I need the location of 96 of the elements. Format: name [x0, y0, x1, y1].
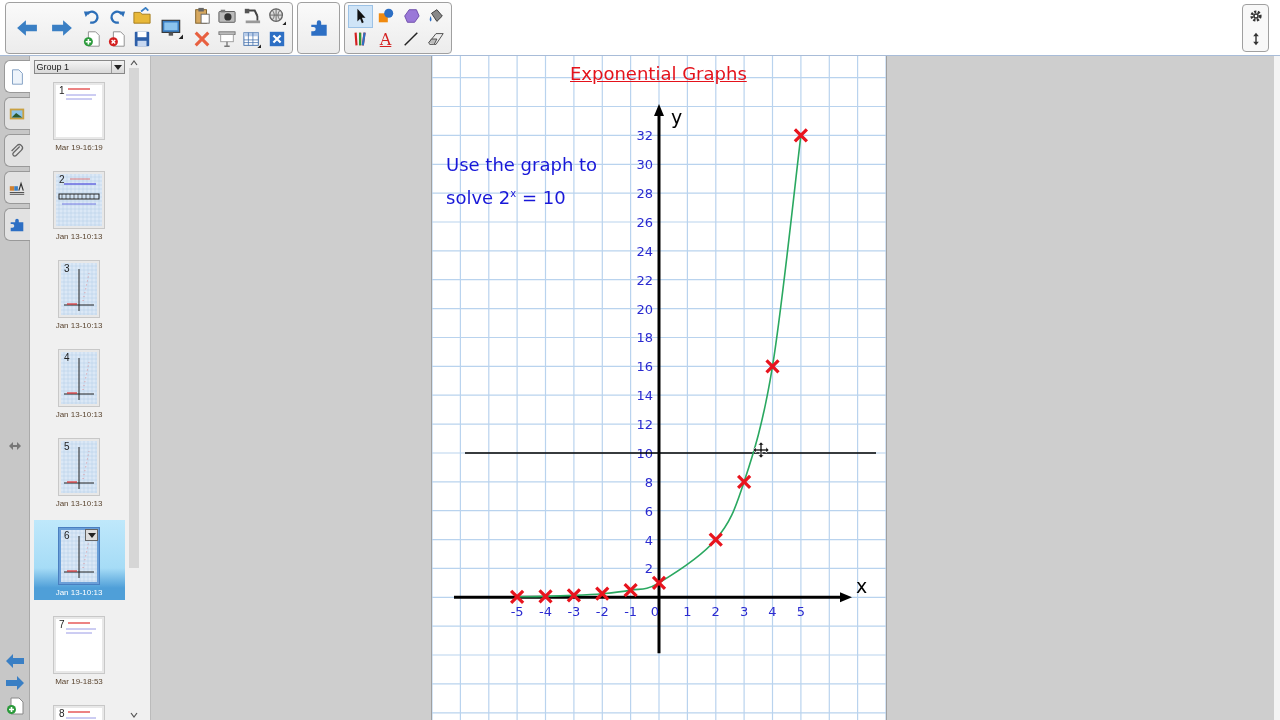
- tick-label: 20: [636, 301, 653, 317]
- scroll-up-icon[interactable]: [130, 60, 138, 66]
- next-page-icon[interactable]: [4, 675, 25, 691]
- axis-label: y: [671, 106, 683, 128]
- tick-label: -4: [539, 604, 552, 620]
- resize-arrows-icon[interactable]: [8, 441, 21, 450]
- settings-icon: [1248, 9, 1263, 23]
- tick-label: -1: [624, 604, 638, 620]
- sidebar-tab[interactable]: [3, 208, 30, 241]
- tick-label: 22: [636, 272, 653, 288]
- tick-label: 32: [636, 128, 653, 144]
- page-number: 1: [59, 86, 65, 96]
- tick-label: 1: [683, 604, 692, 620]
- page-list-item[interactable]: 6 Jan 13-10:13: [33, 520, 125, 600]
- globe-icon: [267, 7, 286, 25]
- group-dropdown[interactable]: Group 1: [33, 60, 125, 74]
- tick-label: 4: [768, 604, 777, 620]
- tick-label: 5: [796, 604, 805, 620]
- select-button[interactable]: [348, 4, 373, 28]
- polygon-icon: [401, 7, 420, 25]
- page-thumbnail[interactable]: 7: [53, 616, 105, 674]
- scroll-down-icon[interactable]: [130, 712, 138, 718]
- question-text: Use the graph to solve 2$^{x}$ = 10: [446, 153, 599, 210]
- sidebar-tab[interactable]: [3, 97, 30, 130]
- tick-label: 14: [636, 388, 653, 404]
- scrollbar-thumb[interactable]: [129, 68, 139, 568]
- line-icon: [401, 30, 420, 48]
- tick-label: 6: [644, 503, 653, 519]
- delete-page-icon: [107, 30, 126, 48]
- document-camera-icon: [242, 7, 261, 25]
- tick-label: -2: [595, 604, 609, 620]
- page-number: 8: [59, 709, 65, 719]
- page-thumbnail[interactable]: 1: [53, 82, 105, 140]
- axis-label: x: [856, 575, 868, 598]
- tick-label: 3: [740, 604, 749, 620]
- tick-label: 24: [636, 243, 653, 259]
- add-page-icon: [82, 30, 101, 48]
- tick-label: 26: [636, 215, 653, 230]
- table-icon: [242, 30, 261, 48]
- page-date: Jan 13-10:13: [55, 499, 103, 509]
- add-page-icon[interactable]: [5, 697, 24, 715]
- page-menu-button[interactable]: [85, 529, 98, 541]
- tick-label: -3: [567, 604, 581, 620]
- tick-label: 8: [644, 474, 653, 490]
- caret-icon: [113, 64, 122, 70]
- page-date: Jan 13-10:13: [55, 321, 103, 331]
- page-thumbnail[interactable]: 8: [53, 705, 105, 720]
- page-list-item[interactable]: 7 Mar 19-18:53: [33, 609, 125, 689]
- sidebar-tab[interactable]: [3, 60, 30, 93]
- tick-label: -5: [510, 604, 524, 620]
- caret-icon: [87, 532, 96, 538]
- page-list-item[interactable]: 3 Jan 13-10:13: [33, 253, 125, 333]
- page-thumbnail[interactable]: 5: [58, 438, 100, 496]
- camera-icon: [217, 7, 236, 25]
- folder-icon: [132, 7, 151, 25]
- page-list-item[interactable]: 5 Jan 13-10:13: [33, 431, 125, 511]
- page-thumbnail[interactable]: 4: [58, 349, 100, 407]
- projection-screen-icon: [217, 30, 236, 48]
- tick-label: 18: [636, 330, 653, 346]
- clipboard-icon: [192, 7, 211, 25]
- delete-icon: [192, 30, 211, 48]
- sidebar-tab[interactable]: [3, 134, 30, 167]
- page-date: Jan 13-10:13: [55, 232, 103, 242]
- sidebar-tab[interactable]: [3, 171, 30, 204]
- page-number: 4: [64, 353, 70, 363]
- page-number: 3: [64, 264, 70, 274]
- page-number: 5: [64, 442, 70, 452]
- previous-page-icon[interactable]: [4, 653, 25, 669]
- move-cursor-icon: [753, 442, 769, 458]
- page-date: Jan 13-10:13: [55, 410, 103, 420]
- paperclip-icon: [8, 141, 26, 160]
- page-number: 6: [64, 531, 70, 541]
- page-number: 2: [59, 175, 65, 185]
- shapes-icon: [376, 7, 395, 25]
- eraser-icon: [426, 30, 445, 48]
- tick-label: 4: [644, 532, 653, 548]
- page-thumbnail[interactable]: 2: [53, 171, 105, 229]
- page-number: 7: [59, 620, 65, 630]
- page-thumbnail[interactable]: 3: [58, 260, 100, 318]
- tick-label: 12: [636, 417, 653, 433]
- page-date: Mar 19-16:19: [55, 143, 103, 153]
- x-box-icon: [267, 30, 286, 48]
- tick-label: 30: [636, 157, 653, 173]
- page-list-item[interactable]: 8: [33, 698, 125, 720]
- page-list-item[interactable]: 2 Jan 13-10:13: [33, 164, 125, 244]
- page-thumbnail[interactable]: 6: [58, 527, 100, 585]
- tick-label: 16: [636, 359, 653, 375]
- page-title: Exponential Graphs: [570, 63, 747, 84]
- tick-label: 2: [711, 604, 720, 620]
- tick-label: 28: [636, 186, 653, 202]
- text-button[interactable]: A: [373, 27, 398, 51]
- page-list-item[interactable]: 4 Jan 13-10:13: [33, 342, 125, 422]
- tick-label: 2: [644, 561, 653, 577]
- page-date: Jan 13-10:13: [55, 588, 103, 598]
- page-list-item[interactable]: 1 Mar 19-16:19: [33, 75, 125, 155]
- page-date: Mar 19-18:53: [55, 677, 103, 687]
